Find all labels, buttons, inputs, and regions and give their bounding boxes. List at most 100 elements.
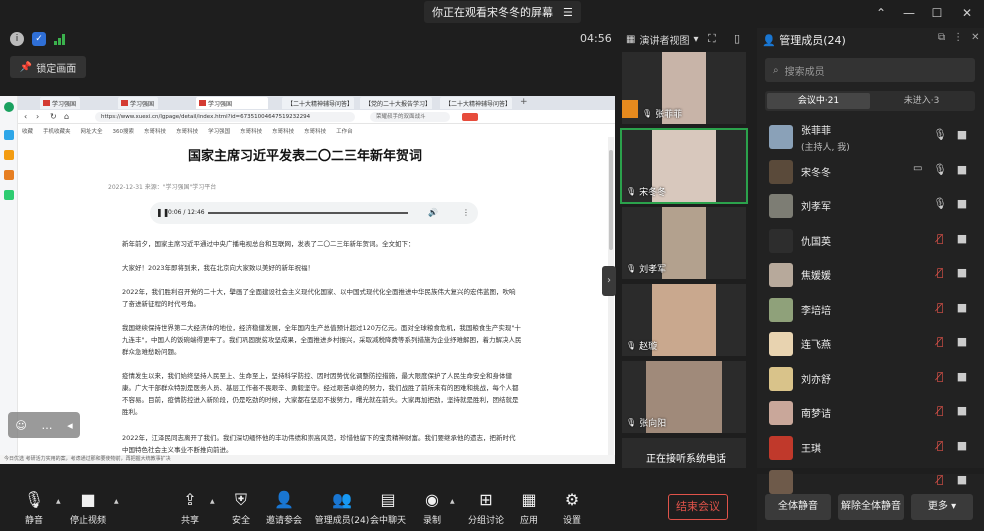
record-button[interactable]: ◉ 录制 — [404, 490, 460, 526]
camera-icon[interactable]: ■ — [955, 473, 969, 486]
camera-icon[interactable]: ■ — [955, 370, 969, 383]
video-tile-active-speaker[interactable]: 🎙 宋冬冬 — [620, 128, 748, 204]
mic-icon[interactable]: 🎙 — [933, 163, 947, 176]
mic-muted-icon[interactable]: 🎙̸ — [933, 301, 947, 314]
signal-icon[interactable] — [54, 33, 66, 45]
list-icon[interactable]: ☰ — [563, 6, 573, 19]
view-mode-selector[interactable]: ▦ 演讲者视图 ▾ — [626, 32, 698, 47]
share-banner[interactable]: 你正在观看宋冬冬的屏幕 ☰ — [424, 1, 581, 23]
member-row[interactable]: 宋冬冬 ▭ 🎙 ■ — [765, 155, 980, 189]
fullscreen-icon[interactable]: ⛶ — [708, 32, 716, 46]
video-tile[interactable]: 🎙 赵璇 — [622, 284, 746, 356]
mic-muted-icon[interactable]: 🎙̸ — [933, 370, 947, 383]
address-bar[interactable]: https://www.xuexi.cn/lgpage/detail/index… — [95, 112, 355, 122]
video-tile[interactable]: 正在接听系统电话 — [622, 438, 746, 468]
mic-icon[interactable]: 🎙 — [933, 128, 947, 141]
mic-muted-icon[interactable]: 🎙̸ — [933, 404, 947, 417]
member-row[interactable]: 连飞燕 🎙̸ ■ — [765, 327, 980, 361]
weibo-icon[interactable] — [4, 170, 14, 180]
bookmark-item[interactable]: 东哥科技 — [240, 127, 262, 135]
close-button[interactable]: ✕ — [958, 4, 976, 22]
chat-bubble-icon[interactable]: … — [41, 419, 52, 432]
bookmark-item[interactable]: 东哥科技 — [272, 127, 294, 135]
camera-icon[interactable]: ■ — [955, 266, 969, 279]
camera-icon[interactable]: ■ — [955, 439, 969, 452]
new-tab-icon[interactable]: + — [520, 97, 528, 107]
member-row[interactable]: 焦媛媛 🎙̸ ■ — [765, 258, 980, 292]
home-icon[interactable]: ⌂ — [64, 112, 69, 121]
browser-tab[interactable]: 【二十大精神辅导问答】 — [440, 97, 512, 109]
camera-icon[interactable]: ■ — [955, 197, 969, 210]
camera-icon[interactable]: ■ — [955, 128, 969, 141]
close-icon[interactable]: ✕ — [971, 32, 979, 43]
maximize-button[interactable]: ☐ — [928, 4, 946, 22]
lock-screen-button[interactable]: 📌 锁定画面 — [10, 56, 86, 78]
member-row[interactable]: 王琪 🎙̸ ■ — [765, 431, 980, 465]
tab-in-meeting[interactable]: 会议中·21 — [767, 93, 870, 109]
reload-icon[interactable]: ↻ — [50, 112, 57, 121]
more-icon[interactable]: ⋮ — [462, 208, 470, 217]
mute-button[interactable]: 🎙 静音 — [6, 490, 62, 526]
star-icon[interactable] — [4, 150, 14, 160]
shield-icon[interactable]: ✓ — [32, 32, 46, 46]
camera-icon[interactable]: ■ — [955, 301, 969, 314]
audio-progress-track[interactable] — [208, 212, 408, 214]
mic-muted-icon[interactable]: 🎙̸ — [933, 439, 947, 452]
camera-icon[interactable]: ■ — [955, 232, 969, 245]
bookmark-item[interactable]: 工作台 — [336, 127, 353, 135]
browser-search-field[interactable]: 荣耀叔手的双面战斗 — [370, 112, 450, 122]
invite-button[interactable]: 👤 邀请参会 — [256, 490, 312, 526]
bookmark-item[interactable]: 东哥科技 — [304, 127, 326, 135]
mic-muted-icon[interactable]: 🎙̸ — [933, 335, 947, 348]
bookmark-item[interactable]: 网址大全 — [81, 127, 103, 135]
browser-tab[interactable]: 学习强国 — [118, 97, 158, 109]
forward-icon[interactable]: › — [36, 112, 39, 121]
tab-not-joined[interactable]: 未进入·3 — [870, 93, 973, 109]
video-tile[interactable]: 🎙 刘孝军 — [622, 207, 746, 279]
browser-logo-icon[interactable] — [4, 102, 14, 112]
bookmark-item[interactable]: 东哥科技 — [176, 127, 198, 135]
chevron-up-icon[interactable]: ▲ — [450, 498, 455, 505]
member-row[interactable]: 张菲菲 (主持人, 我) 🎙 ■ — [765, 120, 980, 154]
camera-icon[interactable]: ■ — [955, 335, 969, 348]
video-tile[interactable]: 🎙 张向阳 — [622, 361, 746, 433]
member-row[interactable]: 刘亦舒 🎙̸ ■ — [765, 362, 980, 396]
sidebar-toggle-icon[interactable]: ▯ — [734, 32, 740, 45]
camera-icon[interactable]: ■ — [955, 163, 969, 176]
camera-icon[interactable]: ■ — [955, 404, 969, 417]
sidebar-app-icon[interactable] — [4, 130, 14, 140]
browser-tab[interactable]: 【二十大精神辅导问答】 — [282, 97, 354, 109]
sidebar-app-icon[interactable] — [4, 190, 14, 200]
member-row[interactable]: 南梦诘 🎙̸ ■ — [765, 396, 980, 430]
minimize-button[interactable]: — — [900, 4, 918, 22]
page-scrollbar-thumb[interactable] — [609, 150, 613, 250]
video-tile[interactable]: 🎙 张菲菲 — [622, 52, 746, 124]
member-search-input[interactable]: ⌕ 搜索成员 — [765, 58, 975, 82]
back-icon[interactable]: ‹ — [24, 112, 27, 121]
member-row[interactable]: 仇国英 🎙̸ ■ — [765, 224, 980, 258]
stop-video-button[interactable]: ■ 停止视频 — [60, 490, 116, 526]
member-row[interactable]: 🎙̸ ■ — [765, 465, 980, 499]
bookmark-item[interactable]: 东哥科技 — [144, 127, 166, 135]
member-row[interactable]: 刘孝军 🎙 ■ — [765, 189, 980, 223]
bookmark-item[interactable]: 手机收藏夹 — [43, 127, 71, 135]
mic-muted-icon[interactable]: 🎙̸ — [933, 473, 947, 486]
mic-muted-icon[interactable]: 🎙̸ — [933, 266, 947, 279]
volume-icon[interactable]: 🔊 — [428, 208, 438, 217]
browser-tab-active[interactable]: 学习强国 — [196, 97, 268, 109]
chevron-right-icon[interactable]: › — [602, 266, 616, 296]
browser-tab[interactable]: 【党的二十大报告学习】 — [360, 97, 432, 109]
member-row[interactable]: 李培培 🎙̸ ■ — [765, 293, 980, 327]
chevron-up-icon[interactable]: ▲ — [114, 498, 119, 505]
info-icon[interactable]: i — [10, 32, 24, 46]
emoji-icon[interactable]: ☺ — [15, 419, 26, 432]
bookmark-item[interactable]: 学习强国 — [208, 127, 230, 135]
popout-icon[interactable]: ⧉ — [938, 32, 945, 43]
browser-tab[interactable]: 学习强国 — [40, 97, 80, 109]
mic-muted-icon[interactable]: 🎙̸ — [933, 232, 947, 245]
pin-icon[interactable]: ⌃ — [872, 4, 890, 22]
bookmark-item[interactable]: 收藏 — [22, 127, 33, 135]
bookmark-item[interactable]: 360搜索 — [113, 127, 135, 135]
end-meeting-button[interactable]: 结束会议 — [668, 494, 728, 520]
collapse-left-icon[interactable]: ◂ — [67, 419, 73, 432]
